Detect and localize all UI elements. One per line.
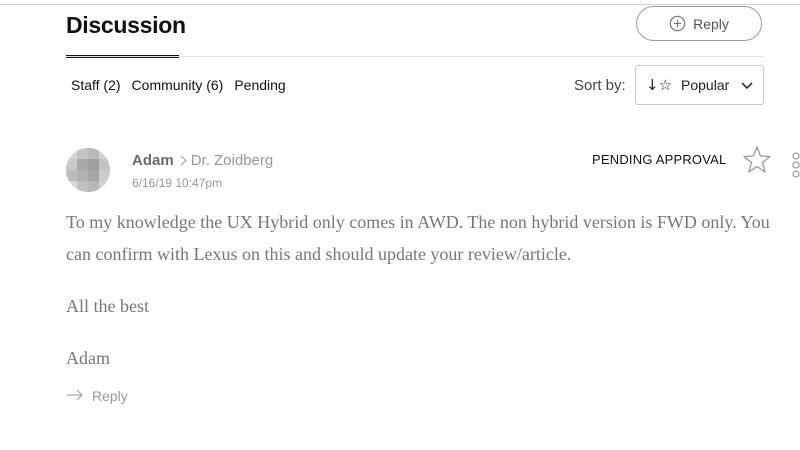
author-name[interactable]: Adam: [132, 152, 174, 169]
sort-selected-value: Popular: [681, 77, 730, 93]
comment-filter-tabs: Staff (2) Community (6) Pending: [71, 77, 286, 93]
comment-author-line: Adam Dr. Zoidberg: [132, 152, 273, 169]
reply-arrow-icon: [66, 388, 84, 404]
sort-arrow-star-icon: ↓☆: [646, 76, 673, 94]
more-options-icon[interactable]: [790, 152, 800, 180]
reply-button-label: Reply: [693, 15, 729, 32]
comment-timestamp: 6/16/19 10:47pm: [132, 176, 223, 190]
status-badge: PENDING APPROVAL: [592, 152, 727, 167]
add-comment-icon: [669, 15, 686, 32]
avatar[interactable]: [66, 148, 110, 192]
sort-label: Sort by:: [574, 77, 626, 94]
chevron-right-icon: [180, 155, 187, 166]
comment-paragraph: Adam: [66, 348, 110, 368]
filter-pending[interactable]: Pending: [234, 77, 285, 93]
comment-paragraph: All the best: [66, 296, 149, 316]
filter-staff[interactable]: Staff (2): [71, 77, 121, 93]
comment-reply-button[interactable]: Reply: [66, 388, 128, 404]
chevron-down-icon: [741, 77, 753, 93]
reply-button[interactable]: Reply: [636, 6, 762, 41]
reply-to-name[interactable]: Dr. Zoidberg: [191, 152, 274, 169]
page-title: Discussion: [66, 12, 186, 38]
star-icon[interactable]: [742, 145, 772, 175]
comment-paragraph: To my knowledge the UX Hybrid only comes…: [66, 212, 770, 264]
comment-reply-label: Reply: [92, 388, 128, 404]
sort-dropdown[interactable]: ↓☆ Popular: [635, 65, 764, 105]
comment-body: To my knowledge the UX Hybrid only comes…: [66, 206, 776, 394]
top-divider: [0, 4, 800, 5]
header-divider: [66, 56, 764, 57]
filter-community[interactable]: Community (6): [132, 77, 224, 93]
